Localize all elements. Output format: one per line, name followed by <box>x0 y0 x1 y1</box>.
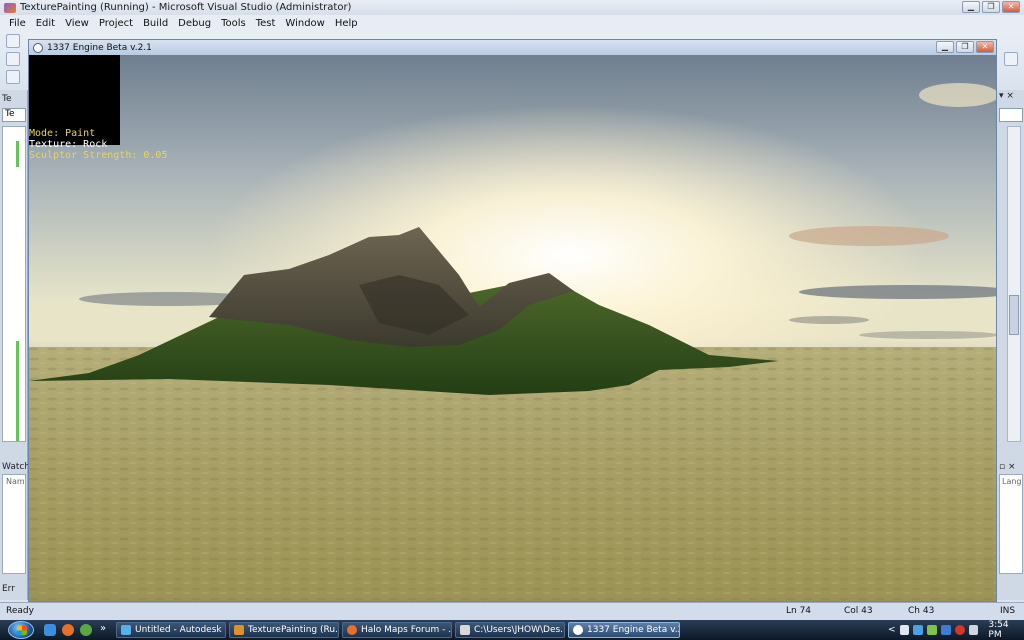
connection-icon[interactable] <box>940 625 951 635</box>
show-desktop-icon[interactable] <box>44 624 56 636</box>
app-quicklaunch-icon[interactable] <box>80 624 92 636</box>
toolbar-new-icon[interactable] <box>6 34 20 48</box>
toolbar-layout-icon[interactable] <box>6 52 20 66</box>
engine-window[interactable]: 1337 Engine Beta v.2.1 ▁ ❐ ✕ Mode: Paint… <box>28 39 997 602</box>
start-button[interactable] <box>8 621 34 639</box>
taskbar-button-console[interactable]: C:\Users\JHOW\Des... <box>455 622 565 638</box>
firefox-icon <box>347 625 357 635</box>
taskbar-button-label: TexturePainting (Ru... <box>248 625 339 635</box>
engine-app-icon <box>573 625 583 635</box>
vs-restore-button[interactable]: ❐ <box>982 1 1000 13</box>
engine-minimize-button[interactable]: ▁ <box>936 41 954 53</box>
hud-texture-text: Texture: Rock <box>29 139 108 150</box>
volume-icon[interactable] <box>968 625 979 635</box>
status-ready: Ready <box>6 606 34 616</box>
code-editor[interactable] <box>2 126 26 442</box>
taskbar-button-visual-studio[interactable]: TexturePainting (Ru... <box>229 622 339 638</box>
panel-controls[interactable]: ▾ × <box>999 91 1014 101</box>
vs-close-button[interactable]: ✕ <box>1002 1 1020 13</box>
taskbar-button-firefox[interactable]: Halo Maps Forum - ... <box>342 622 452 638</box>
monitor-icon[interactable] <box>899 625 910 635</box>
taskbar-button-label: Halo Maps Forum - ... <box>361 625 452 635</box>
cloud <box>789 316 869 324</box>
hud-mode-text: Mode: Paint <box>29 128 96 139</box>
taskbar-button-label: 1337 Engine Beta v.2.1 <box>587 625 679 635</box>
vs-status-bar: Ready Ln 74 Col 43 Ch 43 INS <box>0 602 1024 620</box>
cloud <box>859 331 996 339</box>
visual-studio-icon <box>4 2 16 13</box>
cloud <box>919 83 996 107</box>
menu-debug[interactable]: Debug <box>173 18 216 29</box>
windows-taskbar: » Untitled - Autodesk ... TexturePaintin… <box>0 620 1024 640</box>
menu-tools[interactable]: Tools <box>216 18 251 29</box>
taskbar-button-autodesk[interactable]: Untitled - Autodesk ... <box>116 622 226 638</box>
vs-window-controls: ▁ ❐ ✕ <box>962 1 1020 13</box>
menu-help[interactable]: Help <box>330 18 363 29</box>
engine-restore-button[interactable]: ❐ <box>956 41 974 53</box>
tray-expand-arrow[interactable]: < <box>888 625 896 635</box>
change-marker <box>16 341 19 441</box>
vs-right-panel: ▾ × ▫ × Lang <box>996 90 1024 600</box>
engine-window-title: 1337 Engine Beta v.2.1 <box>47 42 152 53</box>
scrollbar-thumb[interactable] <box>1009 295 1019 335</box>
editor-tab[interactable]: Te <box>2 94 12 104</box>
member-combo[interactable] <box>999 108 1023 122</box>
autodesk-icon <box>121 625 131 635</box>
error-list-tab[interactable]: Err <box>2 584 15 594</box>
status-char: Ch 43 <box>908 606 935 616</box>
hud-overlay: Mode: Paint Texture: Rock Sculptor Stren… <box>29 128 167 161</box>
console-icon <box>460 625 470 635</box>
watch-name-column: Nam <box>6 477 25 486</box>
firefox-icon[interactable] <box>62 624 74 636</box>
change-marker <box>16 141 19 167</box>
menu-edit[interactable]: Edit <box>31 18 60 29</box>
engine-title-bar[interactable]: 1337 Engine Beta v.2.1 ▁ ❐ ✕ <box>29 40 996 55</box>
vs-left-panel: Te Te Watch Nam Err <box>0 90 30 600</box>
taskbar-button-engine[interactable]: 1337 Engine Beta v.2.1 <box>568 622 680 638</box>
engine-window-controls: ▁ ❐ ✕ <box>936 41 994 53</box>
taskbar-clock[interactable]: 3:54 PM <box>988 620 1024 640</box>
watch-panel[interactable]: Nam <box>2 474 26 574</box>
status-insert-mode: INS <box>1000 606 1016 616</box>
system-tray: < 3:54 PM <box>888 620 1024 640</box>
watch-tab[interactable]: Watch <box>2 462 30 472</box>
toolbar-search-icon[interactable] <box>1004 52 1018 66</box>
menu-test[interactable]: Test <box>251 18 281 29</box>
cloud <box>789 226 949 246</box>
editor-type-combo[interactable]: Te <box>2 108 26 122</box>
vs-menu-bar: File Edit View Project Build Debug Tools… <box>0 15 1024 32</box>
locals-panel[interactable]: Lang <box>999 474 1023 574</box>
hud-strength-text: Sculptor Strength: 0.05 <box>29 150 168 161</box>
menu-project[interactable]: Project <box>94 18 138 29</box>
menu-window[interactable]: Window <box>280 18 329 29</box>
toolbar-play-icon[interactable] <box>6 70 20 84</box>
menu-file[interactable]: File <box>4 18 31 29</box>
network-icon[interactable] <box>913 625 924 635</box>
vs-minimize-button[interactable]: ▁ <box>962 1 980 13</box>
vs-window-title: TexturePainting (Running) - Microsoft Vi… <box>20 2 352 13</box>
language-column: Lang <box>1002 477 1022 486</box>
menu-view[interactable]: View <box>60 18 94 29</box>
taskbar-button-label: Untitled - Autodesk ... <box>135 625 226 635</box>
engine-close-button[interactable]: ✕ <box>976 41 994 53</box>
windows-logo-icon <box>17 626 27 635</box>
vs-title-bar[interactable]: TexturePainting (Running) - Microsoft Vi… <box>0 0 1024 15</box>
quicklaunch-more[interactable]: » <box>100 623 106 634</box>
status-line: Ln 74 <box>786 606 812 616</box>
engine-app-icon <box>33 42 43 53</box>
3d-viewport[interactable] <box>29 55 996 601</box>
taskbar-button-label: C:\Users\JHOW\Des... <box>474 625 565 635</box>
menu-build[interactable]: Build <box>138 18 173 29</box>
editor-scrollbar[interactable] <box>1007 126 1021 442</box>
antivirus-icon[interactable] <box>954 625 965 635</box>
visual-studio-icon <box>234 625 244 635</box>
status-column: Col 43 <box>844 606 873 616</box>
security-icon[interactable] <box>927 625 937 635</box>
terrain-scene <box>29 83 996 601</box>
panel-controls[interactable]: ▫ × <box>999 462 1016 472</box>
